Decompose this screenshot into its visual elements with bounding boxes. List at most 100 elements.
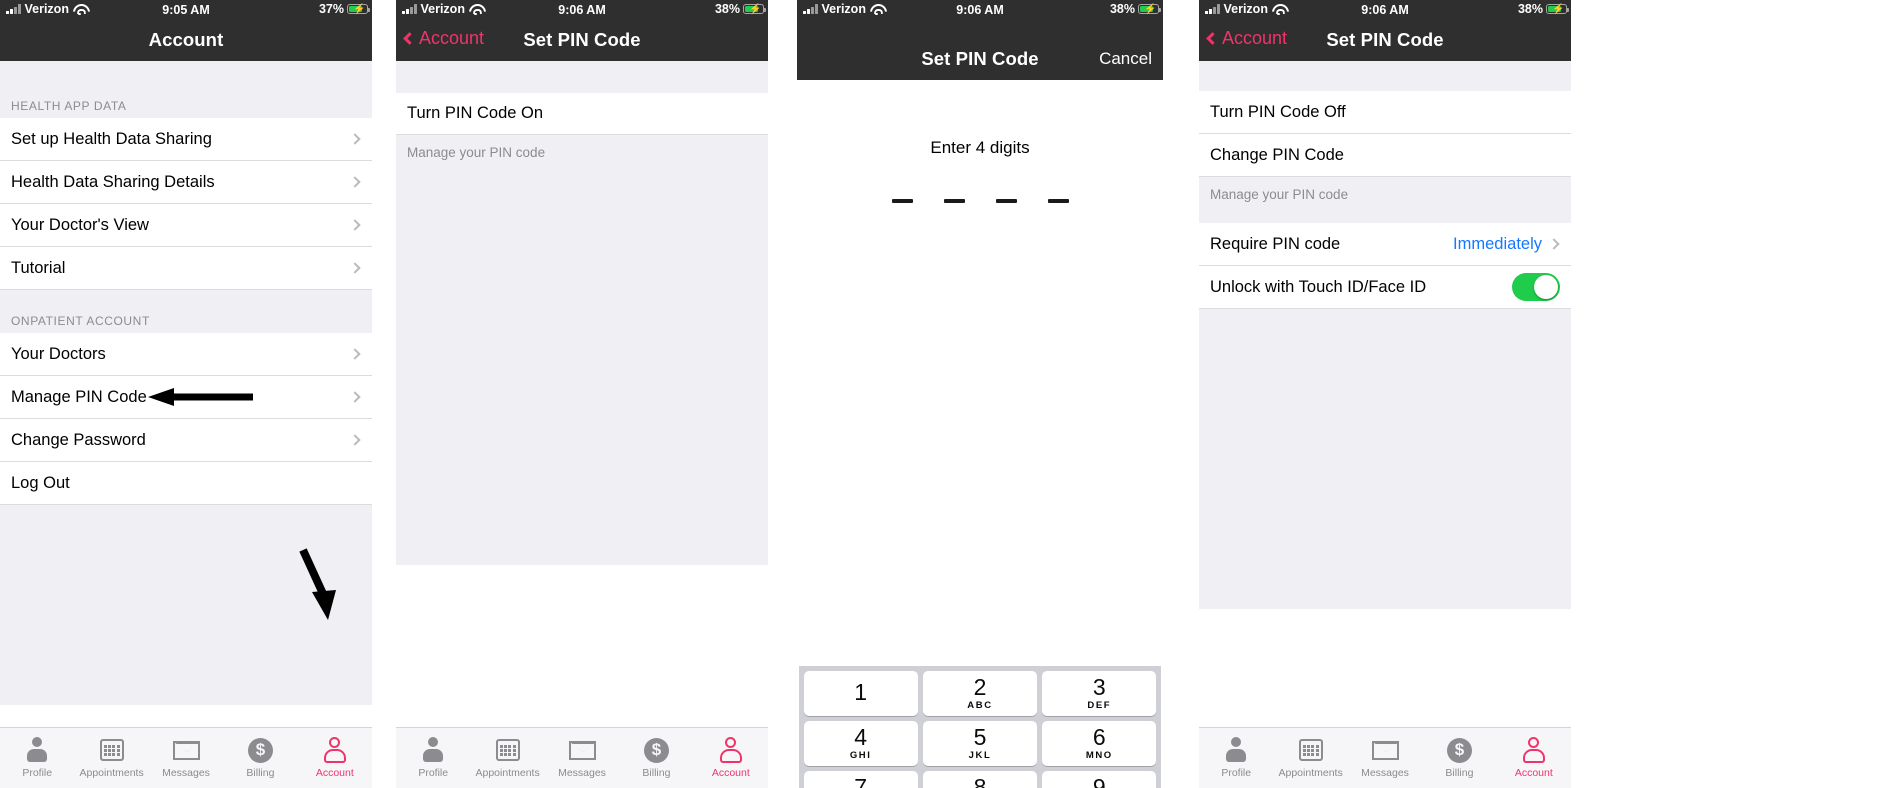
- tab-profile[interactable]: Profile: [1199, 728, 1273, 788]
- tab-label: Account: [315, 767, 354, 779]
- pin-digit-2: [943, 199, 965, 203]
- keypad-row: 7 PQRS 8 TUV 9 WXYZ: [801, 768, 1159, 788]
- key-8[interactable]: 8 TUV: [922, 770, 1038, 788]
- phone-screen-account: Verizon 9:05 AM 37% ⚡ Account HEALTH APP…: [0, 0, 372, 788]
- status-right: 37% ⚡: [318, 2, 371, 16]
- account-icon: [719, 735, 743, 765]
- row-value: Immediately: [1453, 234, 1542, 253]
- key-letters: MNO: [1085, 749, 1113, 761]
- key-letters: JKL: [968, 749, 992, 761]
- tab-account[interactable]: Account: [1497, 728, 1571, 788]
- tab-bar: Profile Appointments Messages $ Billing …: [1199, 727, 1571, 788]
- row-tutorial[interactable]: Tutorial: [0, 247, 372, 290]
- key-number: 6: [1092, 723, 1106, 750]
- key-number: 2: [973, 673, 987, 700]
- row-label: Change Password: [11, 430, 146, 449]
- row-turn-pin-code-on[interactable]: Turn PIN Code On: [396, 93, 768, 135]
- row-unlock-with-touch-id[interactable]: Unlock with Touch ID/Face ID: [1199, 266, 1571, 309]
- section-header-health: HEALTH APP DATA: [0, 86, 372, 118]
- calendar-icon: [495, 735, 520, 765]
- key-9[interactable]: 9 WXYZ: [1042, 770, 1157, 788]
- key-number: 4: [854, 723, 868, 750]
- tab-appointments[interactable]: Appointments: [74, 728, 148, 788]
- tab-billing[interactable]: $ Billing: [619, 728, 693, 788]
- key-number: 7: [854, 773, 868, 788]
- tab-label: Account: [1514, 767, 1553, 779]
- key-3[interactable]: 3 DEF: [1042, 670, 1157, 716]
- chevron-right-icon: [349, 176, 361, 188]
- key-7[interactable]: 7 PQRS: [803, 770, 918, 788]
- account-icon: [1522, 735, 1546, 765]
- tab-billing[interactable]: $ Billing: [223, 728, 297, 788]
- toggle-unlock-biometric[interactable]: [1512, 273, 1560, 301]
- status-bar: Verizon 9:05 AM 37% ⚡: [0, 0, 372, 20]
- chevron-right-icon: [349, 133, 361, 145]
- row-label: Log Out: [11, 473, 70, 492]
- numeric-keypad: 1 2 ABC 3 DEF 4 GHI 5 JKL 6 MNO 7 8 9: [799, 666, 1161, 788]
- row-label: Set up Health Data Sharing: [11, 129, 212, 148]
- row-label: Turn PIN Code Off: [1210, 102, 1346, 121]
- phone-screen-set-pin-on: Verizon 9:06 AM 38% ⚡ Account Set PIN Co…: [1199, 0, 1571, 788]
- row-turn-pin-code-off[interactable]: Turn PIN Code Off: [1199, 91, 1571, 134]
- key-5[interactable]: 5 JKL: [922, 720, 1038, 766]
- tab-label: Appointments: [1278, 767, 1343, 779]
- row-log-out[interactable]: Log Out: [0, 462, 372, 505]
- row-set-up-health-data-sharing[interactable]: Set up Health Data Sharing: [0, 118, 372, 161]
- nav-bar: Account Set PIN Code: [1199, 20, 1571, 61]
- tab-label: Billing: [1445, 767, 1474, 779]
- row-your-doctors-view[interactable]: Your Doctor's View: [0, 204, 372, 247]
- battery-percent: 37%: [318, 2, 344, 16]
- page-title: Set PIN Code: [523, 29, 641, 50]
- tab-appointments[interactable]: Appointments: [470, 728, 544, 788]
- tab-label: Profile: [1221, 767, 1252, 779]
- status-right: 38% ⚡: [1110, 2, 1162, 16]
- battery-icon: ⚡: [1546, 3, 1570, 15]
- list-bottom-gap: [1199, 309, 1571, 609]
- status-right: 38% ⚡: [1518, 2, 1570, 16]
- envelope-icon: [1371, 735, 1399, 765]
- keypad-row: 4 GHI 5 JKL 6 MNO: [801, 718, 1159, 768]
- row-label: Change PIN Code: [1210, 145, 1344, 164]
- tab-profile[interactable]: Profile: [396, 728, 470, 788]
- tab-messages[interactable]: Messages: [545, 728, 619, 788]
- row-require-pin-code[interactable]: Require PIN code Immediately: [1199, 223, 1571, 266]
- tab-profile[interactable]: Profile: [0, 728, 74, 788]
- tab-messages[interactable]: Messages: [1348, 728, 1422, 788]
- key-letters: ABC: [967, 699, 993, 711]
- key-4[interactable]: 4 GHI: [803, 720, 918, 766]
- key-number: 1: [854, 679, 868, 705]
- calendar-icon: [99, 735, 124, 765]
- tab-label: Messages: [162, 767, 210, 779]
- row-health-data-sharing-details[interactable]: Health Data Sharing Details: [0, 161, 372, 204]
- footer-note-manage-pin: Manage your PIN code: [1199, 177, 1571, 223]
- tab-label: Account: [711, 767, 750, 779]
- key-1[interactable]: 1: [803, 670, 918, 716]
- row-your-doctors[interactable]: Your Doctors: [0, 333, 372, 376]
- row-change-pin-code[interactable]: Change PIN Code: [1199, 134, 1571, 177]
- cancel-button[interactable]: Cancel: [1099, 49, 1152, 69]
- calendar-icon: [1298, 735, 1323, 765]
- chevron-right-icon: [349, 434, 361, 446]
- tab-billing[interactable]: $ Billing: [1422, 728, 1496, 788]
- key-2[interactable]: 2 ABC: [922, 670, 1038, 716]
- battery-icon: ⚡: [347, 3, 371, 15]
- row-label: Turn PIN Code On: [407, 104, 544, 122]
- phone-screen-enter-pin: Verizon 9:06 AM 38% ⚡ Set PIN Code Cance…: [797, 0, 1163, 788]
- row-change-password[interactable]: Change Password: [0, 419, 372, 462]
- row-label: Tutorial: [11, 258, 66, 277]
- dollar-icon: $: [1446, 735, 1472, 765]
- pin-digit-3: [995, 199, 1017, 203]
- nav-bar: Set PIN Code Cancel: [797, 20, 1163, 80]
- row-label: Health Data Sharing Details: [11, 172, 215, 191]
- keypad-row: 1 2 ABC 3 DEF: [801, 668, 1159, 718]
- page-title: Set PIN Code: [1326, 29, 1444, 50]
- status-right: 38% ⚡: [715, 2, 767, 16]
- key-6[interactable]: 6 MNO: [1042, 720, 1157, 766]
- tab-label: Profile: [22, 767, 53, 779]
- pin-digit-4: [1047, 199, 1069, 203]
- tab-account[interactable]: Account: [298, 728, 372, 788]
- tab-messages[interactable]: Messages: [149, 728, 223, 788]
- row-label: Require PIN code: [1210, 234, 1341, 253]
- tab-appointments[interactable]: Appointments: [1273, 728, 1347, 788]
- tab-account[interactable]: Account: [694, 728, 768, 788]
